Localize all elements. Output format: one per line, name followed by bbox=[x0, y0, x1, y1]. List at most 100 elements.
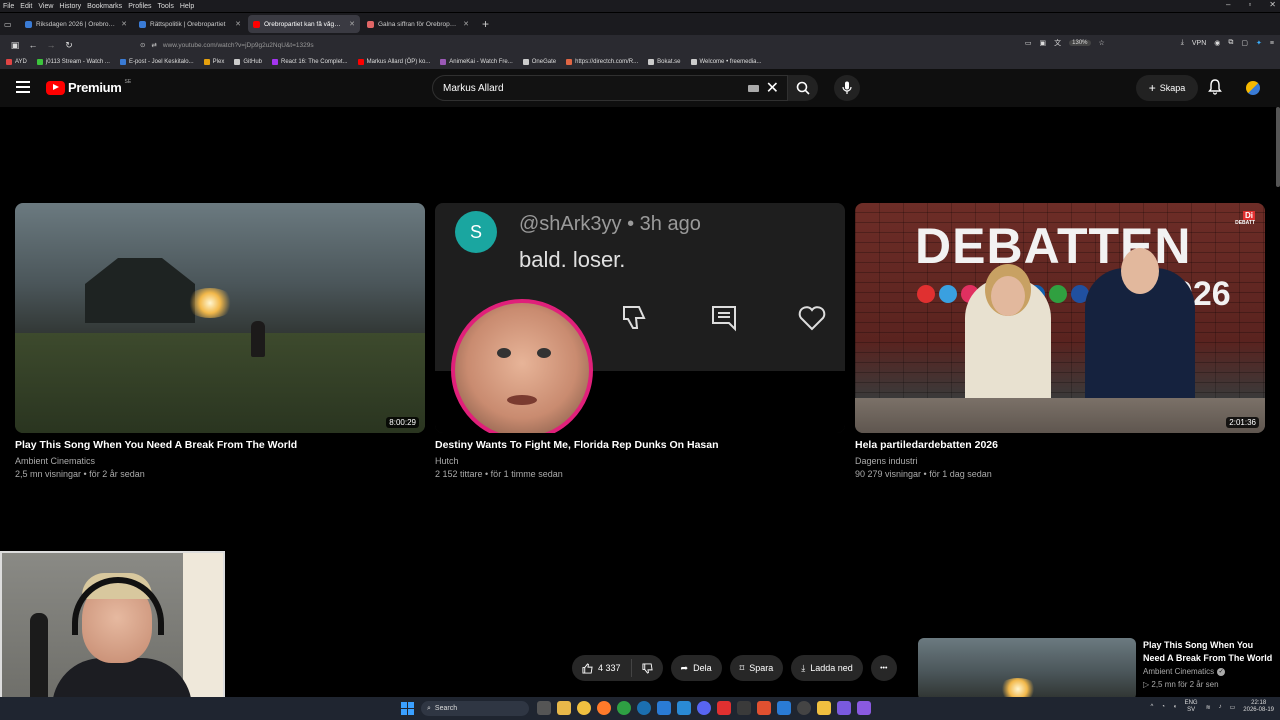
tab-close-icon[interactable]: ✕ bbox=[463, 20, 469, 28]
tab-actions-icon[interactable]: ▭ bbox=[4, 20, 18, 29]
youtube-logo[interactable]: Premium SE bbox=[46, 79, 131, 95]
video-title[interactable]: Hela partiledardebatten 2026 bbox=[855, 439, 1265, 451]
site-info-icon[interactable]: ⊙ bbox=[140, 41, 145, 49]
menu-help[interactable]: Help bbox=[177, 3, 197, 10]
pip-icon[interactable]: ▣ bbox=[1040, 39, 1047, 47]
file-explorer-icon[interactable] bbox=[557, 701, 571, 715]
channel-name[interactable]: Dagens industri bbox=[855, 456, 1265, 466]
wallet-icon[interactable]: ▢ bbox=[1241, 39, 1248, 47]
profile-icon[interactable]: ◉ bbox=[1214, 39, 1220, 47]
task-view-icon[interactable] bbox=[537, 701, 551, 715]
forward-icon[interactable]: → bbox=[42, 40, 60, 50]
minimize-button[interactable]: – bbox=[1226, 0, 1230, 9]
tab-close-icon[interactable]: ✕ bbox=[235, 20, 241, 28]
app-icon[interactable] bbox=[737, 701, 751, 715]
bookmark-item[interactable]: Plex bbox=[203, 59, 224, 65]
account-avatar[interactable] bbox=[1246, 81, 1260, 95]
weather-icon[interactable] bbox=[577, 701, 591, 715]
translate-icon[interactable]: 文 bbox=[1054, 38, 1061, 48]
video-title[interactable]: Destiny Wants To Fight Me, Florida Rep D… bbox=[435, 439, 845, 451]
ai-icon[interactable]: ✦ bbox=[1256, 39, 1262, 47]
maximize-button[interactable]: ▫ bbox=[1248, 0, 1251, 9]
menu-bookmarks[interactable]: Bookmarks bbox=[84, 3, 125, 10]
screenshot-icon[interactable]: ▭ bbox=[1025, 39, 1032, 47]
app-icon[interactable] bbox=[857, 701, 871, 715]
like-button[interactable]: 4 337 bbox=[572, 659, 632, 677]
menu-view[interactable]: View bbox=[35, 3, 56, 10]
clock[interactable]: 22:18 2026-08-19 bbox=[1243, 700, 1274, 714]
video-card[interactable]: DEBATTEN 2026 Di DEBATT 2:01:36 Hela par… bbox=[855, 203, 1265, 479]
search-button[interactable] bbox=[788, 75, 818, 101]
battery-icon[interactable]: ▭ bbox=[1230, 704, 1236, 711]
bookmark-item[interactable]: GitHub bbox=[234, 59, 262, 65]
more-actions-button[interactable]: ••• bbox=[870, 655, 897, 681]
browser-tab[interactable]: Galna siffran för Örebropartiet ✕ bbox=[362, 15, 474, 33]
app-icon[interactable] bbox=[657, 701, 671, 715]
menu-file[interactable]: File bbox=[0, 3, 17, 10]
dislike-button[interactable] bbox=[632, 662, 663, 674]
channel-name[interactable]: Ambient Cinematics bbox=[15, 456, 425, 466]
menu-edit[interactable]: Edit bbox=[17, 3, 35, 10]
app-icon[interactable] bbox=[837, 701, 851, 715]
new-tab-button[interactable]: + bbox=[476, 17, 495, 31]
tab-close-icon[interactable]: ✕ bbox=[349, 20, 355, 28]
tab-close-icon[interactable]: ✕ bbox=[121, 20, 127, 28]
bookmark-item[interactable]: OneGate bbox=[522, 59, 556, 65]
save-button[interactable]: ⌑ Spara bbox=[729, 655, 784, 681]
up-next-title[interactable]: Play This Song When You Need A Break Fro… bbox=[1143, 639, 1273, 665]
browser-tab[interactable]: Rättspolitik | Örebropartiet ✕ bbox=[134, 15, 246, 33]
bookmark-star-icon[interactable]: ☆ bbox=[1099, 39, 1105, 47]
video-thumbnail[interactable]: DEBATTEN 2026 Di DEBATT 2:01:36 bbox=[855, 203, 1265, 433]
bookmark-item[interactable]: E-post - Joel Keskitalo... bbox=[119, 59, 194, 65]
channel-name[interactable]: Hutch bbox=[435, 456, 845, 466]
tray-chevron-icon[interactable]: ^ bbox=[1151, 704, 1154, 710]
back-icon[interactable]: ← bbox=[24, 40, 42, 50]
network-icon[interactable]: ◔ bbox=[1161, 704, 1165, 710]
steam-icon[interactable] bbox=[637, 701, 651, 715]
app-icon[interactable] bbox=[717, 701, 731, 715]
video-thumbnail[interactable]: 8:00:29 bbox=[15, 203, 425, 433]
close-window-button[interactable]: ✕ bbox=[1269, 0, 1276, 9]
app-icon[interactable] bbox=[777, 701, 791, 715]
browser-tab[interactable]: Riksdagen 2026 | Örebropartiet ✕ bbox=[20, 15, 132, 33]
voice-search-button[interactable] bbox=[834, 75, 860, 101]
clear-search-icon[interactable]: ✕ bbox=[766, 78, 779, 98]
bookmark-item[interactable]: AYD bbox=[6, 59, 27, 65]
notifications-button[interactable] bbox=[1208, 79, 1222, 100]
bookmark-item[interactable]: Welcome • freemedia... bbox=[690, 59, 762, 65]
volume-icon[interactable]: ◖ bbox=[1173, 704, 1177, 710]
wifi-icon[interactable]: ≋ bbox=[1206, 704, 1211, 711]
bookmark-item[interactable]: Bokat.se bbox=[648, 59, 681, 65]
menu-history[interactable]: History bbox=[56, 3, 84, 10]
video-card[interactable]: S @shArk3yy • 3h ago bald. loser. Destin… bbox=[435, 203, 845, 479]
menu-profiles[interactable]: Profiles bbox=[125, 3, 154, 10]
hamburger-menu-icon[interactable] bbox=[16, 81, 30, 93]
url-field[interactable]: ⊙ ⇄ www.youtube.com/watch?v=jDp9g2u2NqU&… bbox=[136, 37, 996, 53]
vpn-button[interactable]: VPN bbox=[1192, 40, 1206, 47]
search-input[interactable]: Markus Allard ✕ bbox=[432, 75, 788, 101]
browser-tab-active[interactable]: Örebropartiet kan få vågmästa ✕ bbox=[248, 15, 360, 33]
up-next-thumbnail[interactable] bbox=[918, 638, 1136, 700]
app-icon[interactable] bbox=[817, 701, 831, 715]
browser-menu-icon[interactable]: ≡ bbox=[1270, 40, 1274, 47]
customize-icon[interactable]: ⇄ bbox=[151, 41, 156, 49]
bookmark-item[interactable]: Markus Allard (ÖP) ko... bbox=[357, 59, 430, 65]
keyboard-icon[interactable] bbox=[748, 85, 759, 92]
download-button[interactable]: ⤓ Ladda ned bbox=[791, 655, 863, 681]
bookmark-item[interactable]: j0113 Stream - Watch ... bbox=[36, 59, 110, 65]
vscode-icon[interactable] bbox=[677, 701, 691, 715]
menu-tools[interactable]: Tools bbox=[155, 3, 177, 10]
bookmark-item[interactable]: https://directch.com/R... bbox=[566, 59, 638, 65]
extensions-icon[interactable]: ⧉ bbox=[1228, 39, 1233, 47]
bookmark-item[interactable]: AnimeKai - Watch Fre... bbox=[440, 59, 513, 65]
reload-icon[interactable]: ↻ bbox=[60, 40, 78, 51]
sidebar-toggle-icon[interactable]: ▣ bbox=[6, 40, 24, 51]
zoom-level[interactable]: 130% bbox=[1069, 40, 1091, 46]
firefox-icon[interactable] bbox=[597, 701, 611, 715]
share-button[interactable]: ➦ Dela bbox=[670, 655, 722, 681]
taskbar-search[interactable]: ⌕ Search bbox=[421, 701, 529, 716]
page-scrollbar[interactable] bbox=[1276, 107, 1280, 187]
obs-icon[interactable] bbox=[797, 701, 811, 715]
chrome-icon[interactable] bbox=[617, 701, 631, 715]
start-button[interactable] bbox=[401, 702, 414, 715]
